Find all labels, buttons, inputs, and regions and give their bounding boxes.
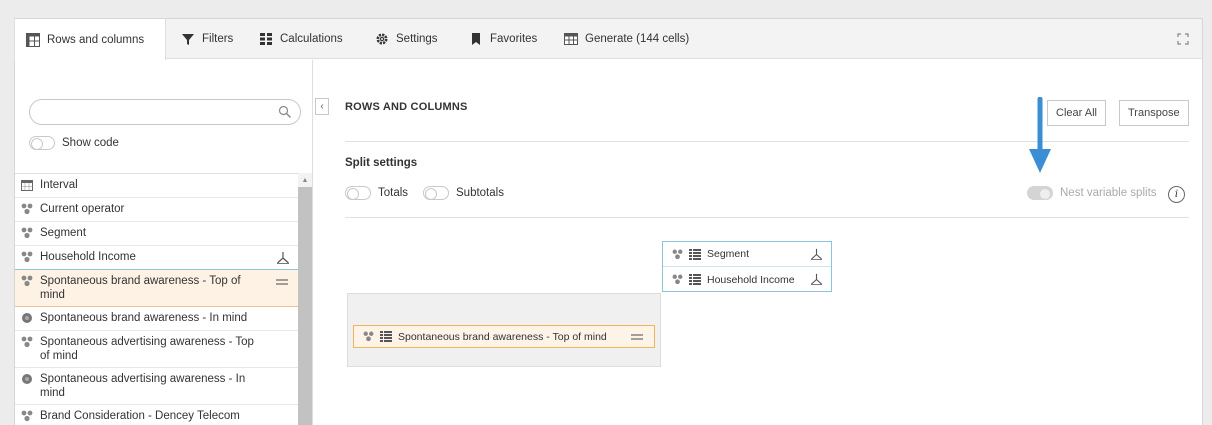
show-code-toggle-row: Show code: [29, 136, 119, 150]
variable-icon: [363, 331, 374, 342]
expand-icon: [1177, 33, 1189, 45]
open-variable-icon: [22, 374, 32, 384]
scroll-thumb[interactable]: [298, 187, 312, 425]
search-input[interactable]: [29, 99, 301, 125]
subtotals-toggle[interactable]: [423, 186, 449, 200]
show-code-toggle[interactable]: [29, 136, 55, 150]
variable-icon: [21, 275, 33, 287]
variable-list: Interval Current operator Segment Househ…: [15, 173, 298, 425]
tab-rows-and-columns[interactable]: Rows and columns: [14, 19, 166, 60]
tab-filters[interactable]: Filters: [181, 19, 233, 59]
totals-option: Totals: [345, 186, 408, 200]
variable-icon: [21, 251, 33, 263]
list-icon: [689, 248, 701, 260]
page-title: ROWS AND COLUMNS: [345, 101, 468, 113]
scroll-up-arrow-icon[interactable]: ▲: [298, 173, 312, 187]
list-item-label: Spontaneous brand awareness - In mind: [40, 312, 248, 324]
list-item-label: Interval: [40, 179, 78, 191]
tab-label: Filters: [202, 33, 234, 45]
rows-drop-zone[interactable]: Spontaneous brand awareness - Top of min…: [347, 293, 661, 367]
tab-label: Rows and columns: [47, 33, 145, 46]
tab-label: Calculations: [280, 33, 343, 45]
rows-and-columns-panel: Rows and columns Filters Calculations Se…: [14, 18, 1203, 425]
list-item[interactable]: Spontaneous brand awareness - In mind: [15, 307, 298, 331]
calculator-icon: [260, 33, 272, 45]
list-item-label: Spontaneous brand awareness - Top of min…: [40, 275, 241, 301]
list-item[interactable]: Brand Consideration - Dencey Telecom: [15, 405, 298, 425]
tab-favorites[interactable]: Favorites: [469, 19, 537, 59]
columns-split-icon: [810, 273, 823, 285]
list-item[interactable]: Spontaneous brand awareness - Top of min…: [15, 270, 298, 307]
column-item[interactable]: Household Income: [663, 267, 831, 292]
clear-all-button[interactable]: Clear All: [1047, 100, 1106, 126]
list-item[interactable]: Segment: [15, 222, 298, 246]
list-icon: [380, 331, 392, 342]
list-item-label: Brand Consideration - Dencey Telecom: [40, 410, 240, 422]
columns-split-icon: [810, 248, 823, 260]
variable-icon: [21, 336, 33, 348]
filter-icon: [182, 34, 194, 45]
subtotals-label: Subtotals: [456, 187, 504, 199]
rows-lines-icon: [631, 334, 643, 340]
list-item-label: Current operator: [40, 203, 125, 215]
row-item-label: Spontaneous brand awareness - Top of min…: [398, 330, 607, 343]
list-item-label: Spontaneous advertising awareness - Top …: [40, 336, 254, 362]
rows-lines-icon: [276, 279, 288, 285]
column-item[interactable]: Segment: [663, 242, 831, 267]
split-settings-title: Split settings: [345, 157, 418, 169]
list-item[interactable]: Spontaneous advertising awareness - In m…: [15, 368, 298, 405]
list-item[interactable]: Current operator: [15, 198, 298, 222]
search-icon: [278, 105, 291, 118]
list-item[interactable]: Household Income: [15, 246, 298, 270]
divider: [345, 141, 1189, 142]
totals-label: Totals: [378, 187, 409, 199]
table-grid-icon: [564, 33, 578, 45]
columns-drop-zone[interactable]: Segment Household Income: [662, 241, 832, 292]
variables-sidebar: Show code Interval Current operator Segm…: [15, 60, 312, 425]
bookmark-icon: [472, 33, 480, 45]
totals-toggle[interactable]: [345, 186, 371, 200]
list-item[interactable]: Interval: [15, 174, 298, 198]
list-item-label: Spontaneous advertising awareness - In m…: [40, 373, 246, 399]
chevron-left-icon: ‹: [320, 101, 324, 112]
down-arrow-icon: [1029, 97, 1051, 173]
nest-label: Nest variable splits: [1060, 187, 1157, 199]
variable-icon: [21, 410, 33, 422]
tab-calculations[interactable]: Calculations: [259, 19, 343, 59]
column-item-label: Segment: [707, 248, 750, 260]
tab-label: Settings: [396, 33, 438, 45]
nest-splits-toggle[interactable]: [1027, 186, 1053, 200]
variable-icon: [672, 249, 683, 259]
transpose-button[interactable]: Transpose: [1119, 100, 1189, 126]
list-item-label: Segment: [40, 227, 87, 239]
open-variable-icon: [22, 313, 32, 323]
columns-split-icon: [277, 252, 289, 264]
nest-splits-option: Nest variable splits: [1027, 186, 1157, 200]
variable-list-scrollbar[interactable]: ▲: [298, 173, 312, 425]
subtotals-option: Subtotals: [423, 186, 504, 200]
pane-divider: [312, 60, 313, 425]
list-item-label: Household Income: [40, 251, 136, 263]
divider: [345, 217, 1189, 218]
tab-generate[interactable]: Generate (144 cells): [564, 19, 689, 59]
list-icon: [689, 274, 701, 285]
expand-button[interactable]: [1172, 29, 1194, 49]
collapse-sidebar-button[interactable]: ‹: [315, 98, 329, 115]
variable-icon: [21, 203, 33, 215]
variable-icon: [672, 274, 683, 285]
variable-icon: [21, 227, 33, 239]
tab-settings[interactable]: Settings: [375, 19, 438, 59]
column-item-label: Household Income: [707, 273, 795, 286]
tab-bar: Rows and columns Filters Calculations Se…: [14, 19, 1202, 60]
row-item[interactable]: Spontaneous brand awareness - Top of min…: [353, 325, 655, 348]
tab-label: Favorites: [490, 33, 538, 45]
info-icon[interactable]: i: [1168, 186, 1185, 203]
calendar-icon: [21, 180, 33, 191]
show-code-label: Show code: [62, 137, 119, 149]
tab-label: Generate (144 cells): [585, 33, 690, 45]
list-item[interactable]: Spontaneous advertising awareness - Top …: [15, 331, 298, 368]
gear-icon: [376, 33, 388, 45]
table-layout-icon: [26, 32, 40, 47]
